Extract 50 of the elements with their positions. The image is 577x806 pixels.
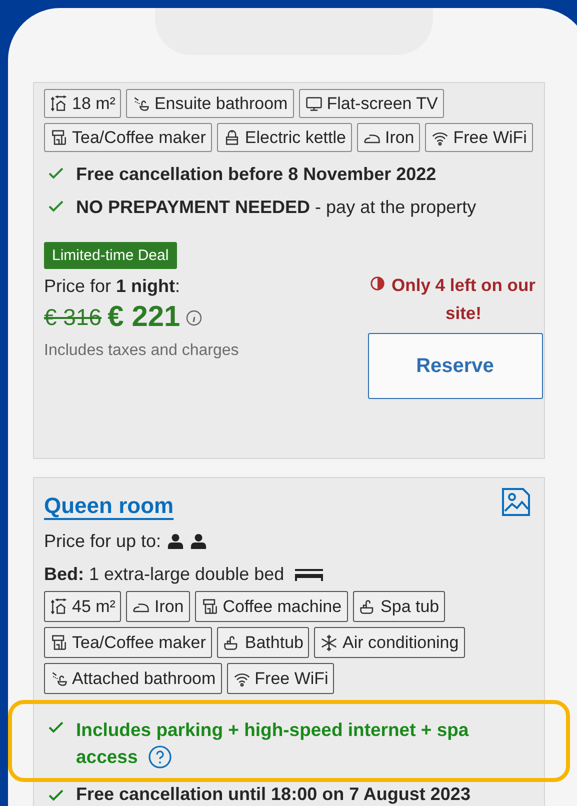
- snowflake-icon: [320, 634, 338, 652]
- area-icon: [50, 94, 68, 112]
- amenity-label: Free WiFi: [453, 128, 527, 148]
- person-icon: [190, 533, 208, 550]
- deal-badge: Limited-time Deal: [44, 242, 177, 269]
- coffee-maker-icon: [50, 128, 68, 146]
- checkmark-icon: [48, 198, 64, 214]
- old-price: € 316: [44, 304, 102, 331]
- included-perks-text: Includes parking + high-speed internet + spa access: [76, 718, 470, 770]
- help-icon[interactable]: [148, 745, 172, 769]
- price-label: Price for 1 night:: [44, 276, 182, 297]
- amenity-label: Tea/Coffee maker: [72, 632, 206, 652]
- amenity-label: 18 m²: [72, 94, 116, 114]
- amenity-label: Flat-screen TV: [326, 94, 438, 114]
- amenity-label: Air conditioning: [342, 632, 459, 652]
- price: € 221: [108, 301, 180, 334]
- reserve-button[interactable]: Reserve: [368, 333, 542, 399]
- amenity-label: Attached bathroom: [72, 668, 216, 688]
- scarcity-text: Only 4 left on our site!: [390, 274, 536, 325]
- tv-icon: [304, 94, 323, 112]
- info-icon[interactable]: [186, 310, 202, 326]
- image-icon[interactable]: [500, 486, 532, 518]
- occupancy-label: Price for up to:: [44, 531, 162, 552]
- shower-icon: [132, 94, 150, 112]
- amenity-label: Free WiFi: [254, 668, 328, 688]
- condition-text: NO PREPAYMENT NEEDED - pay at the property: [76, 196, 476, 219]
- amenity-label: Spa tub: [380, 596, 440, 616]
- checkmark-icon: [48, 719, 64, 735]
- amenity-label: Iron: [154, 596, 184, 616]
- shower-icon: [50, 670, 68, 688]
- pie-chart-icon: [370, 276, 385, 291]
- taxes-note: Includes taxes and charges: [44, 342, 239, 360]
- amenity-label: Electric kettle: [244, 128, 346, 148]
- checkmark-icon: [48, 787, 64, 803]
- amenity-label: 45 m²: [72, 596, 116, 616]
- person-icon: [167, 533, 184, 550]
- condition-text: Free cancellation before 8 November 2022: [76, 163, 436, 186]
- coffee-maker-icon: [50, 634, 68, 652]
- amenity-label: Ensuite bathroom: [154, 94, 288, 114]
- area-icon: [50, 598, 68, 616]
- amenity-label: Coffee machine: [222, 596, 342, 616]
- cancellation-text: Free cancellation until 18:00 on 7 August 2023: [76, 784, 470, 804]
- amenity-label: Iron: [384, 128, 414, 148]
- amenity-label: Bathtub: [244, 632, 304, 652]
- checkmark-icon: [48, 165, 64, 181]
- bed-label: Bed: 1 extra-large double bed: [44, 564, 284, 585]
- room-name-link[interactable]: Queen room: [44, 493, 174, 519]
- amenity-label: Tea/Coffee maker: [72, 128, 206, 148]
- coffee-maker-icon: [200, 598, 219, 616]
- bed-icon: [294, 566, 324, 582]
